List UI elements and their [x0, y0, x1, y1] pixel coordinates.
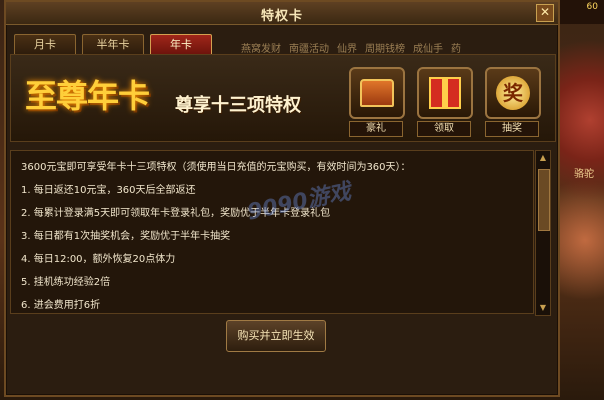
- banner-logo: 至尊年卡: [25, 77, 150, 115]
- scroll-thumb[interactable]: [538, 169, 550, 231]
- bg-nav-label: 成仙手: [413, 44, 443, 55]
- privilege-item: 5. 挂机练功经验2倍: [21, 277, 111, 288]
- privilege-item: 4. 每日12:00，额外恢复20点体力: [21, 254, 176, 265]
- bg-nav-label: 仙界: [337, 44, 357, 55]
- reward-box: [417, 67, 473, 119]
- privilege-item: 3. 每日都有1次抽奖机会，奖励优于半年卡抽奖: [21, 231, 231, 242]
- background-nav-labels: 燕窝发财 南疆活动 仙界 周期钱榜 成仙手 药: [241, 40, 461, 55]
- banner-slogan: 尊享十三项特权: [175, 95, 301, 116]
- reward-label: 豪礼: [349, 121, 403, 137]
- scroll-down-arrow-icon[interactable]: ▼: [538, 303, 548, 313]
- content-scrollbar[interactable]: ▲ ▼: [535, 150, 551, 316]
- bg-nav-label: 周期钱榜: [365, 44, 405, 55]
- reward-gift-package-button[interactable]: 豪礼: [349, 67, 405, 137]
- tab-half-year-card[interactable]: 半年卡: [82, 34, 144, 55]
- reward-label: 抽奖: [485, 121, 539, 137]
- lottery-icon: 奖: [496, 76, 530, 110]
- scroll-up-arrow-icon[interactable]: ▲: [538, 153, 548, 163]
- reward-box: 奖: [485, 67, 541, 119]
- bg-nav-label: 药: [451, 44, 461, 55]
- dialog-title: 特权卡: [260, 9, 303, 24]
- bg-nav-label: 燕窝发财: [241, 44, 281, 55]
- treasure-chest-icon: [360, 79, 394, 107]
- tab-annual-card[interactable]: 年卡: [150, 34, 212, 55]
- bg-nav-label: 南疆活动: [289, 44, 329, 55]
- titlebar: 特权卡 ✕: [6, 2, 558, 25]
- side-character-label: 骆驼: [574, 169, 594, 180]
- buy-activate-button[interactable]: 购买并立即生效: [226, 320, 326, 352]
- reward-box: [349, 67, 405, 119]
- close-button[interactable]: ✕: [536, 4, 554, 22]
- counter-value: 60: [586, 2, 598, 12]
- reward-claim-button[interactable]: 领取: [417, 67, 473, 137]
- tab-monthly-card[interactable]: 月卡: [14, 34, 76, 55]
- card-tabs: 月卡 半年卡 年卡: [14, 34, 212, 55]
- gift-box-icon: [429, 77, 461, 109]
- privilege-card-dialog: 特权卡 ✕ 燕窝发财 南疆活动 仙界 周期钱榜 成仙手 药 月卡 半年卡 年卡 …: [4, 0, 560, 397]
- annual-card-banner: 至尊年卡 尊享十三项特权 豪礼 领取 奖 抽奖: [10, 54, 556, 142]
- reward-label: 领取: [417, 121, 471, 137]
- privilege-intro: 3600元宝即可享受年卡十三项特权（须使用当日充值的元宝购买，有效时间为360天…: [21, 162, 411, 173]
- privilege-description: 3600元宝即可享受年卡十三项特权（须使用当日充值的元宝购买，有效时间为360天…: [10, 150, 534, 314]
- privilege-item: 6. 进会费用打6折: [21, 300, 101, 311]
- reward-lottery-button[interactable]: 奖 抽奖: [485, 67, 541, 137]
